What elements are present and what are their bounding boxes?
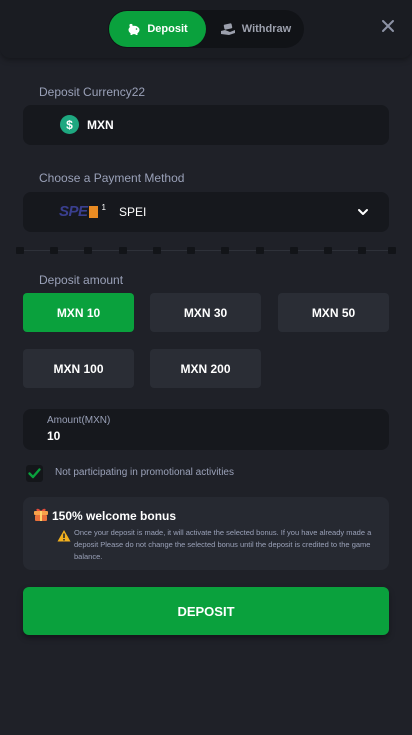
- deposit-amount-label: Deposit amount: [39, 273, 124, 287]
- currency-field[interactable]: $ MXN: [23, 105, 389, 145]
- spei-logo-text: SPE: [59, 203, 88, 220]
- tab-withdraw-label: Withdraw: [241, 23, 292, 35]
- currency-value: MXN: [87, 118, 114, 132]
- modal-header: Deposit Withdraw: [0, 0, 412, 58]
- piggy-bank-icon: [128, 23, 140, 35]
- divider-dot: [221, 247, 229, 254]
- divider-dot: [16, 247, 24, 254]
- divider-dot: [324, 247, 332, 254]
- warning-icon: [57, 530, 71, 542]
- currency-label: Deposit Currency22: [39, 85, 146, 99]
- deposit-withdraw-tabs: Deposit Withdraw: [108, 10, 304, 48]
- welcome-bonus-card: 150% welcome bonus Once your deposit is …: [23, 497, 389, 570]
- tab-deposit[interactable]: Deposit: [109, 11, 206, 47]
- spei-logo: SPE 1: [59, 204, 106, 220]
- divider-dot: [119, 247, 127, 254]
- deposit-button[interactable]: DEPOSIT: [23, 587, 389, 635]
- amount-option-100[interactable]: MXN 100: [23, 349, 134, 388]
- amount-option-200[interactable]: MXN 200: [150, 349, 261, 388]
- dollar-coin-icon: $: [60, 115, 79, 134]
- divider-dot: [84, 247, 92, 254]
- checkmark-icon: [28, 468, 41, 479]
- divider-dot: [50, 247, 58, 254]
- bonus-title: 150% welcome bonus: [52, 509, 177, 523]
- payment-method-label: Choose a Payment Method: [39, 171, 185, 185]
- amount-input[interactable]: Amount(MXN) 10: [23, 409, 389, 450]
- tab-withdraw[interactable]: Withdraw: [208, 11, 303, 47]
- dashed-divider: [16, 247, 396, 254]
- amount-option-30[interactable]: MXN 30: [150, 293, 261, 332]
- divider-dot: [388, 247, 396, 254]
- promo-opt-out-label: Not participating in promotional activit…: [55, 467, 234, 478]
- amount-input-caption: Amount(MXN): [47, 415, 111, 426]
- withdraw-hand-icon: [220, 23, 235, 35]
- amount-input-value: 10: [47, 429, 61, 443]
- bonus-description: Once your deposit is made, it will activ…: [74, 528, 372, 561]
- close-icon[interactable]: [380, 18, 396, 34]
- spei-logo-superscript: 1: [101, 203, 106, 212]
- gift-icon: [34, 508, 48, 521]
- amount-option-10[interactable]: MXN 10: [23, 293, 134, 332]
- divider-dot: [358, 247, 366, 254]
- divider-dot: [290, 247, 298, 254]
- divider-dot: [187, 247, 195, 254]
- tab-deposit-label: Deposit: [147, 23, 188, 35]
- divider-dot: [256, 247, 264, 254]
- promo-opt-out-checkbox[interactable]: [26, 465, 43, 482]
- payment-method-select[interactable]: SPE 1 SPEI: [23, 192, 389, 232]
- chevron-down-icon: [358, 209, 368, 215]
- payment-method-value: SPEI: [119, 205, 147, 219]
- amount-option-50[interactable]: MXN 50: [278, 293, 389, 332]
- divider-dot: [153, 247, 161, 254]
- spei-logo-block: [88, 206, 98, 218]
